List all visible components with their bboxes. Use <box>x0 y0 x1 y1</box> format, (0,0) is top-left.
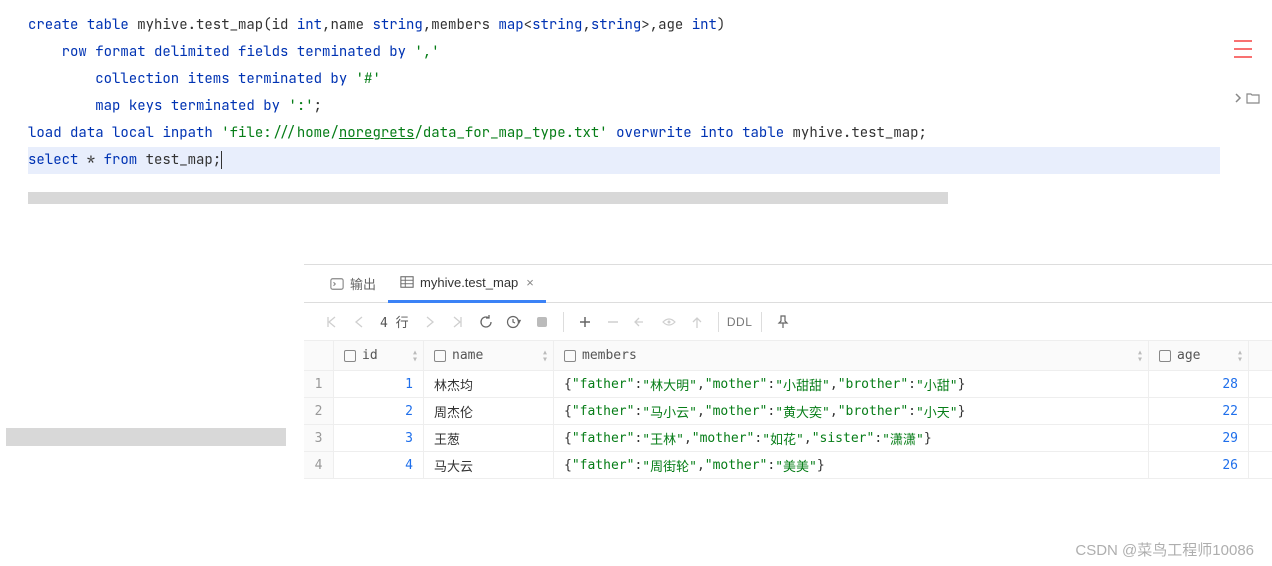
cell-age[interactable]: 28 <box>1149 371 1249 397</box>
cell-name[interactable]: 周杰伦 <box>424 398 554 424</box>
terminal-icon <box>330 277 344 291</box>
cell-name[interactable]: 林杰均 <box>424 371 554 397</box>
auto-refresh-button[interactable]: ▾ <box>501 309 527 335</box>
prev-page-button[interactable] <box>346 309 372 335</box>
result-tabs: 输出 myhive.test_map × <box>304 265 1272 303</box>
row-num-header <box>304 341 334 370</box>
result-toolbar: 4 行 ▾ DDL <box>304 303 1272 341</box>
cell-members[interactable]: {"father":"林大明","mother":"小甜甜","brother"… <box>554 371 1149 397</box>
row-num: 2 <box>304 398 334 424</box>
next-page-button[interactable] <box>417 309 443 335</box>
last-page-button[interactable] <box>445 309 471 335</box>
cell-name[interactable]: 王葱 <box>424 425 554 451</box>
cell-members[interactable]: {"father":"王林","mother":"如花","sister":"潇… <box>554 425 1149 451</box>
cell-name[interactable]: 马大云 <box>424 452 554 478</box>
left-panel <box>0 264 304 544</box>
folder-chevron-icon[interactable] <box>1234 92 1260 104</box>
left-scrollbar[interactable] <box>6 428 286 446</box>
col-header-name[interactable]: name▴▾ <box>424 341 554 370</box>
stop-button[interactable] <box>529 309 555 335</box>
column-icon <box>434 350 446 362</box>
table-row[interactable]: 22周杰伦{"father":"马小云","mother":"黄大奕","bro… <box>304 398 1272 425</box>
pin-button[interactable] <box>770 309 796 335</box>
cell-age[interactable]: 29 <box>1149 425 1249 451</box>
col-header-age[interactable]: age▴▾ <box>1149 341 1249 370</box>
preview-button[interactable] <box>656 309 682 335</box>
ddl-button[interactable]: DDL <box>727 309 753 335</box>
close-icon[interactable]: × <box>526 275 534 290</box>
cell-members[interactable]: {"father":"马小云","mother":"黄大奕","brother"… <box>554 398 1149 424</box>
row-num: 4 <box>304 452 334 478</box>
table-row[interactable]: 11林杰均{"father":"林大明","mother":"小甜甜","bro… <box>304 371 1272 398</box>
refresh-button[interactable] <box>473 309 499 335</box>
remove-row-button[interactable] <box>600 309 626 335</box>
cell-id[interactable]: 4 <box>334 452 424 478</box>
revert-button[interactable] <box>628 309 654 335</box>
cell-id[interactable]: 1 <box>334 371 424 397</box>
col-header-id[interactable]: id▴▾ <box>334 341 424 370</box>
col-header-members[interactable]: members▴▾ <box>554 341 1149 370</box>
tab-output-label: 输出 <box>350 274 376 293</box>
cell-age[interactable]: 26 <box>1149 452 1249 478</box>
column-icon <box>344 350 356 362</box>
row-count: 4 行 <box>374 312 415 331</box>
tab-table[interactable]: myhive.test_map × <box>388 265 546 303</box>
cell-age[interactable]: 22 <box>1149 398 1249 424</box>
table-row[interactable]: 44马大云{"father":"周街轮","mother":"美美"}26 <box>304 452 1272 479</box>
row-num: 3 <box>304 425 334 451</box>
column-icon <box>1159 350 1171 362</box>
right-gutter <box>1220 0 1272 200</box>
hamburger-icon[interactable] <box>1234 40 1252 58</box>
submit-button[interactable] <box>684 309 710 335</box>
sql-editor[interactable]: create table myhive.test_map(id int,name… <box>0 0 1272 204</box>
row-num: 1 <box>304 371 334 397</box>
tab-output[interactable]: 输出 <box>318 265 388 303</box>
watermark: CSDN @菜鸟工程师10086 <box>1075 539 1254 560</box>
first-page-button[interactable] <box>318 309 344 335</box>
cell-id[interactable]: 2 <box>334 398 424 424</box>
table-row[interactable]: 33王葱{"father":"王林","mother":"如花","sister… <box>304 425 1272 452</box>
cell-members[interactable]: {"father":"周街轮","mother":"美美"} <box>554 452 1149 478</box>
result-grid: id▴▾ name▴▾ members▴▾ age▴▾ 11林杰均{"fathe… <box>304 341 1272 479</box>
editor-h-scrollbar[interactable] <box>28 192 948 204</box>
table-icon <box>400 275 414 289</box>
cell-id[interactable]: 3 <box>334 425 424 451</box>
column-icon <box>564 350 576 362</box>
add-row-button[interactable] <box>572 309 598 335</box>
tab-table-label: myhive.test_map <box>420 275 518 290</box>
